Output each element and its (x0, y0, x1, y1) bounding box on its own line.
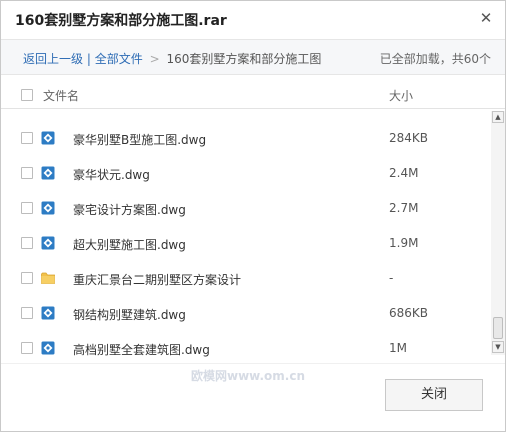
dialog-footer: 欧模网www.om.cn 关闭 (1, 363, 505, 431)
row-checkbox[interactable] (21, 132, 33, 144)
dwg-file-icon (41, 131, 55, 145)
row-checkbox[interactable] (21, 237, 33, 249)
list-item[interactable]: 豪宅设计方案图.dwg 2.7M (1, 191, 491, 226)
list-item[interactable]: 重庆汇景台二期别墅区方案设计 - (1, 261, 491, 296)
row-checkbox[interactable] (21, 167, 33, 179)
breadcrumb-arrow: > (149, 52, 160, 66)
file-name: 高档别墅全套建筑图.dwg (73, 343, 210, 357)
close-button[interactable]: 关闭 (385, 379, 483, 411)
file-size: 2.7M (389, 201, 419, 215)
breadcrumb: 返回上一级 | 全部文件 > 160套别墅方案和部分施工图 已全部加载，共60个 (1, 39, 505, 75)
list-scrollbar[interactable]: ▲ ▼ (491, 111, 505, 355)
file-size: 1.9M (389, 236, 419, 250)
row-checkbox[interactable] (21, 307, 33, 319)
list-item[interactable]: 超大别墅施工图.dwg 1.9M (1, 226, 491, 261)
scroll-down-icon[interactable]: ▼ (492, 341, 504, 353)
breadcrumb-path: 返回上一级 | 全部文件 > 160套别墅方案和部分施工图 (23, 50, 321, 67)
all-files-link[interactable]: 全部文件 (95, 52, 143, 66)
close-icon[interactable]: ✕ (477, 9, 495, 27)
dwg-file-icon (41, 306, 55, 320)
archive-dialog: 160套别墅方案和部分施工图.rar ✕ 返回上一级 | 全部文件 > 160套… (0, 0, 506, 432)
title-bar: 160套别墅方案和部分施工图.rar ✕ (1, 1, 505, 39)
list-item[interactable]: 钢结构别墅建筑.dwg 686KB (1, 296, 491, 331)
row-checkbox[interactable] (21, 272, 33, 284)
row-checkbox[interactable] (21, 342, 33, 354)
dwg-file-icon (41, 201, 55, 215)
load-status: 已全部加载，共60个 (379, 52, 491, 66)
file-size: - (389, 271, 394, 285)
file-name: 钢结构别墅建筑.dwg (73, 308, 186, 322)
breadcrumb-current: 160套别墅方案和部分施工图 (166, 52, 322, 66)
list-item[interactable]: 高档别墅全套建筑图.dwg 1M (1, 331, 491, 363)
scroll-up-icon[interactable]: ▲ (492, 111, 504, 123)
list-item[interactable]: 豪华状元.dwg 2.4M (1, 156, 491, 191)
file-name: 豪宅设计方案图.dwg (73, 203, 186, 217)
file-name: 超大别墅施工图.dwg (73, 238, 186, 252)
file-size: 686KB (389, 306, 429, 320)
file-size: 2.4M (389, 166, 419, 180)
file-size: 1M (389, 341, 407, 355)
select-all-checkbox[interactable] (21, 89, 33, 101)
folder-name: 重庆汇景台二期别墅区方案设计 (73, 273, 242, 287)
dwg-file-icon (41, 166, 55, 180)
dwg-file-icon (41, 236, 55, 250)
row-checkbox[interactable] (21, 202, 33, 214)
dwg-file-icon (41, 341, 55, 355)
file-name: 豪华状元.dwg (73, 168, 150, 182)
file-list: 豪华别墅B型施工图.dwg 284KB 豪华状元.dwg 2.4M 豪宅设计方案… (1, 109, 491, 363)
back-link[interactable]: 返回上一级 (23, 52, 83, 66)
file-size: 284KB (389, 131, 429, 145)
file-name: 豪华别墅B型施工图.dwg (73, 133, 207, 147)
scroll-thumb[interactable] (493, 317, 503, 339)
column-name-header: 文件名 (43, 89, 80, 103)
list-header: 文件名 大小 (1, 83, 505, 109)
list-item[interactable]: 豪华别墅B型施工图.dwg 284KB (1, 121, 491, 156)
breadcrumb-separator: | (86, 52, 91, 66)
folder-icon (41, 272, 55, 284)
dialog-title: 160套别墅方案和部分施工图.rar (15, 13, 227, 29)
watermark: 欧模网www.om.cn (191, 369, 306, 383)
column-size-header: 大小 (389, 89, 414, 103)
